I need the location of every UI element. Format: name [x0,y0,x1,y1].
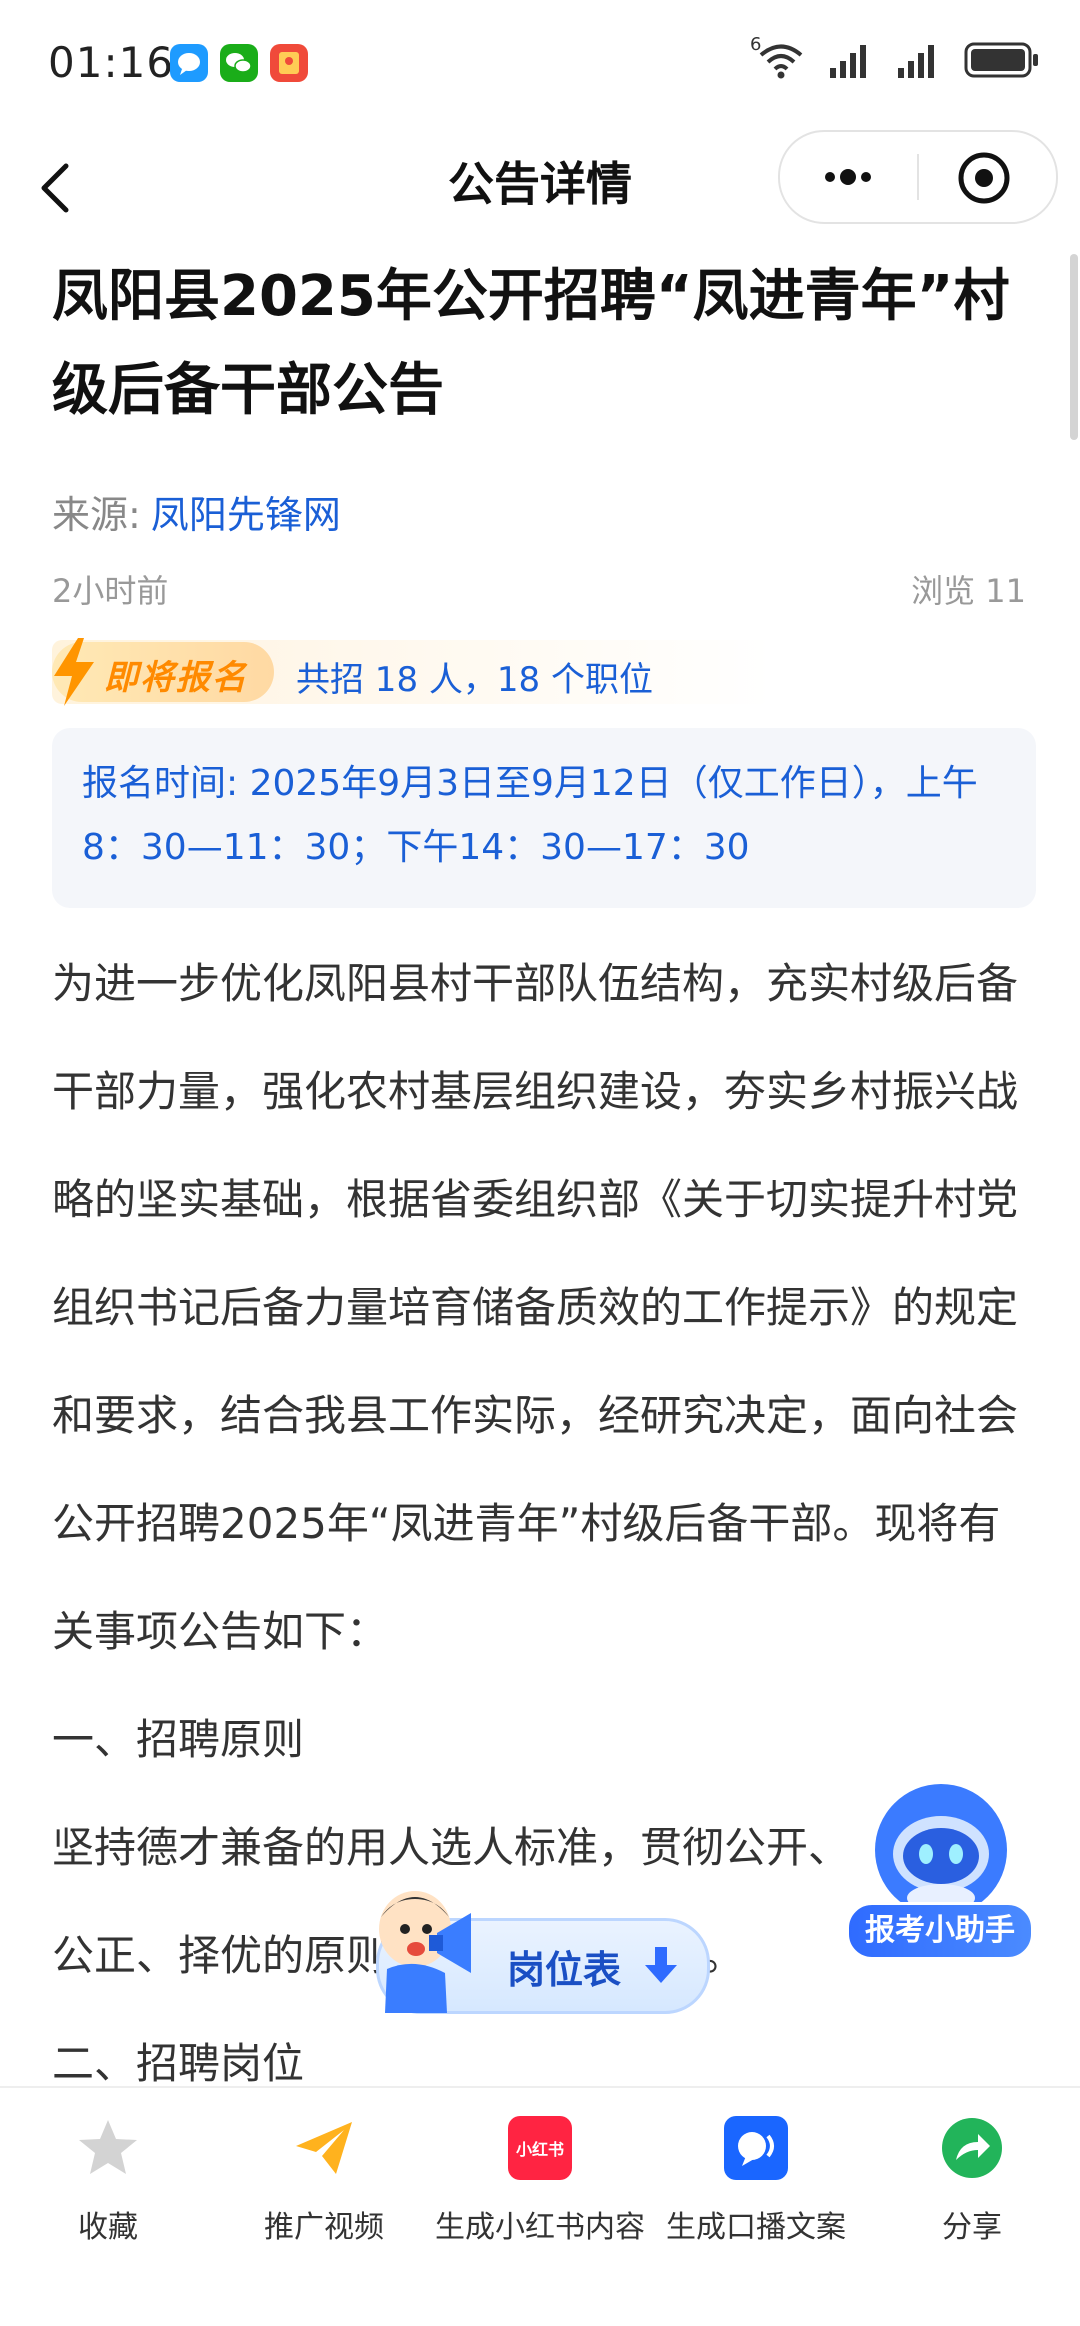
speaker-icon [724,2116,788,2180]
capsule-divider [917,154,919,200]
megaphone-mascot-icon [379,1891,471,2013]
signup-badge-text: 即将报名 [104,658,248,698]
share-icon [940,2116,1004,2180]
battery-icon [964,42,1038,78]
article-source: 来源: 凤阳先锋网 [52,484,341,539]
close-miniapp-button[interactable] [952,146,1016,210]
more-button[interactable] [800,142,900,212]
body-paragraph-intro: 为进一步优化凤阳县村干部队伍结构，充实村级后备干部力量，强化农村基层组织建设，夯… [52,959,1019,1656]
status-time: 01:16 [48,38,175,87]
position-table-button[interactable]: 岗位表 [376,1891,710,2014]
signup-time-box: 报名时间: 2025年9月3日至9月12日（仅工作日），上午8：30—11：30… [52,728,1036,908]
recruit-summary: 共招 18 人，18 个职位 [296,660,653,700]
status-bar: 01:16 6 [0,0,1080,130]
exam-assistant-button[interactable]: 报考小助手 [846,1780,1036,1960]
signup-status-row: 即将报名 共招 18 人，18 个职位 [52,638,772,706]
tab-share-label: 分享 [942,2210,1002,2245]
more-icon [825,169,871,185]
signal-icon-2 [898,45,934,78]
principle-text-start: 公正、择优的原则 [52,1931,389,1980]
target-close-icon [958,152,1010,204]
tab-xiaohongshu-label: 生成小红书内容 [435,2210,645,2245]
source-label: 来源: [52,493,141,537]
signup-time-text: 报名时间: 2025年9月3日至9月12日（仅工作日），上午8：30—11：30… [82,763,978,868]
xiaohongshu-icon: 小红书 [508,2116,572,2180]
navigation-bar: 公告详情 [0,130,1080,250]
red-envelope-icon [270,44,308,82]
tab-xiaohongshu[interactable]: 小红书 生成小红书内容 [432,2116,648,2246]
xiaohongshu-icon-text: 小红书 [515,2140,564,2159]
bottom-action-bar: 收藏 推广视频 小红书 生成小红书内容 生成口播文案 分享 [0,2086,1080,2326]
assistant-label: 报考小助手 [846,1902,1034,1960]
scrollbar[interactable] [1070,254,1078,440]
star-icon [76,2116,140,2180]
section-heading-principle: 一、招聘原则 [52,1715,305,1764]
tab-promo-video[interactable]: 推广视频 [216,2116,432,2246]
paper-plane-icon [292,2116,356,2180]
arrow-down-icon [645,1947,677,1983]
article-title: 凤阳县2025年公开招聘“凤进青年”村级后备干部公告 [52,264,1010,423]
source-link[interactable]: 凤阳先锋网 [151,493,341,537]
tab-share[interactable]: 分享 [864,2116,1080,2246]
tab-voice-script-label: 生成口播文案 [666,2210,846,2245]
wechat-icon [220,44,258,82]
miniapp-capsule [778,130,1058,224]
tab-voice-script[interactable]: 生成口播文案 [648,2116,864,2246]
lightning-icon [54,638,94,706]
publish-time: 2小时前 [52,572,169,610]
network-type: 6 [750,34,762,55]
signal-icon [830,45,866,78]
wifi-icon: 6 [750,34,806,80]
tab-favorite[interactable]: 收藏 [0,2116,216,2246]
tab-promo-video-label: 推广视频 [264,2210,384,2245]
signup-badge: 即将报名 [52,638,274,706]
message-app-icon [170,44,208,82]
tab-favorite-label: 收藏 [78,2210,138,2245]
view-count: 浏览 11 [911,572,1026,610]
position-table-label: 岗位表 [507,1948,622,1992]
